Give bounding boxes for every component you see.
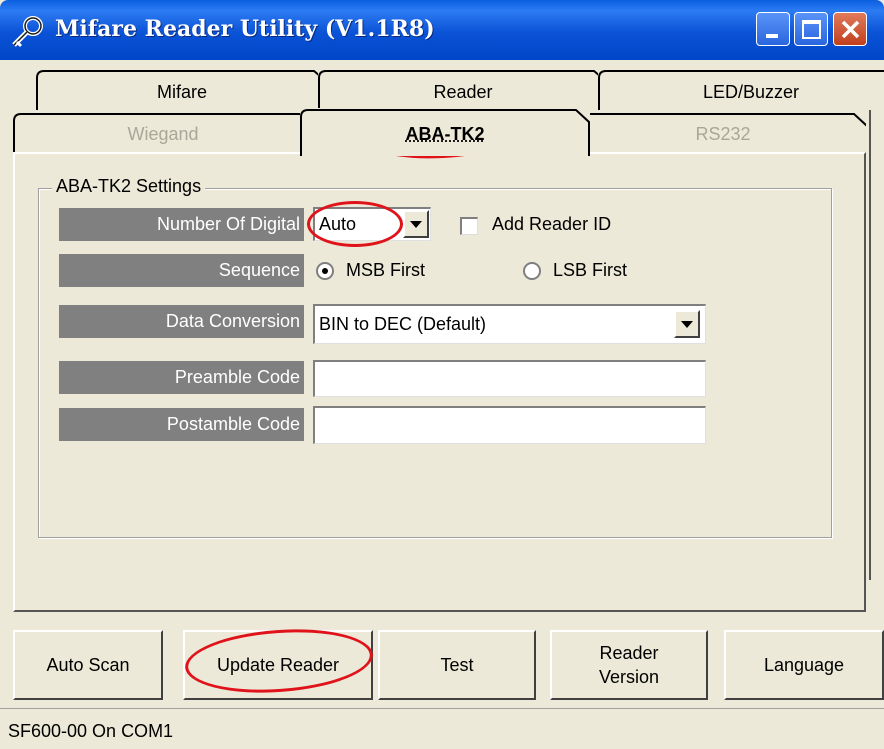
radio-lsb-first-label: LSB First xyxy=(553,260,628,280)
test-label: Test xyxy=(440,655,474,675)
number-of-digital-value: Auto xyxy=(319,214,357,234)
tab-label: LED/Buzzer xyxy=(702,82,800,102)
data-conversion-label: Data Conversion xyxy=(59,305,304,338)
tab-reader[interactable]: Reader xyxy=(318,70,608,110)
app-window: Mifare Reader Utility (V1.1R8) Mifare Re… xyxy=(0,0,884,749)
test-button[interactable]: Test xyxy=(378,630,536,700)
data-conversion-value: BIN to DEC (Default) xyxy=(319,314,487,334)
tab-label: Reader xyxy=(433,82,493,102)
auto-scan-button[interactable]: Auto Scan xyxy=(13,630,163,700)
group-title: ABA-TK2 Settings xyxy=(52,176,206,197)
data-conversion-select[interactable]: BIN to DEC (Default) xyxy=(313,304,706,344)
title-bar[interactable]: Mifare Reader Utility (V1.1R8) xyxy=(0,0,884,60)
tab-mifare[interactable]: Mifare xyxy=(36,70,328,110)
reader-version-button[interactable]: Reader Version xyxy=(550,630,708,700)
tab-label: Mifare xyxy=(156,82,207,102)
add-reader-id-label: Add Reader ID xyxy=(492,214,612,234)
preamble-code-input[interactable] xyxy=(313,360,706,397)
tab-aba-tk2[interactable]: ABA-TK2 xyxy=(300,108,590,156)
status-text: SF600-00 On COM1 xyxy=(8,721,174,741)
minimize-button[interactable] xyxy=(756,12,790,46)
postamble-code-input[interactable] xyxy=(313,406,706,444)
radio-msb-first[interactable] xyxy=(316,262,334,280)
chevron-down-icon[interactable] xyxy=(403,210,429,238)
update-reader-label: Update Reader xyxy=(216,655,340,675)
maximize-button[interactable] xyxy=(794,12,828,46)
radio-lsb-first[interactable] xyxy=(523,262,541,280)
tab-label: RS232 xyxy=(695,124,751,144)
postamble-code-label: Postamble Code xyxy=(59,408,304,441)
update-reader-button[interactable]: Update Reader xyxy=(183,630,373,700)
tab-label: ABA-TK2 xyxy=(405,124,485,144)
window-title: Mifare Reader Utility (V1.1R8) xyxy=(55,16,435,42)
tab-rs232[interactable]: RS232 xyxy=(578,112,868,154)
auto-scan-label: Auto Scan xyxy=(46,655,130,675)
add-reader-id-checkbox[interactable] xyxy=(460,217,478,235)
tab-wiegand[interactable]: Wiegand xyxy=(13,112,313,154)
close-button[interactable] xyxy=(833,12,867,46)
tab-label: Wiegand xyxy=(127,124,199,144)
chevron-down-icon[interactable] xyxy=(674,310,700,338)
language-button[interactable]: Language xyxy=(724,630,884,700)
tab-led-buzzer[interactable]: LED/Buzzer xyxy=(598,70,884,110)
preamble-code-label: Preamble Code xyxy=(59,361,304,394)
key-icon xyxy=(8,14,48,48)
panel-edge xyxy=(866,110,871,580)
language-label: Language xyxy=(763,655,845,675)
status-bar: SF600-00 On COM1 xyxy=(0,708,884,749)
radio-msb-first-label: MSB First xyxy=(346,260,425,280)
sequence-label: Sequence xyxy=(59,254,304,287)
reader-version-label-line2: Version xyxy=(598,667,660,687)
number-of-digital-label: Number Of Digital xyxy=(59,208,304,241)
reader-version-label-line1: Reader xyxy=(599,643,659,663)
